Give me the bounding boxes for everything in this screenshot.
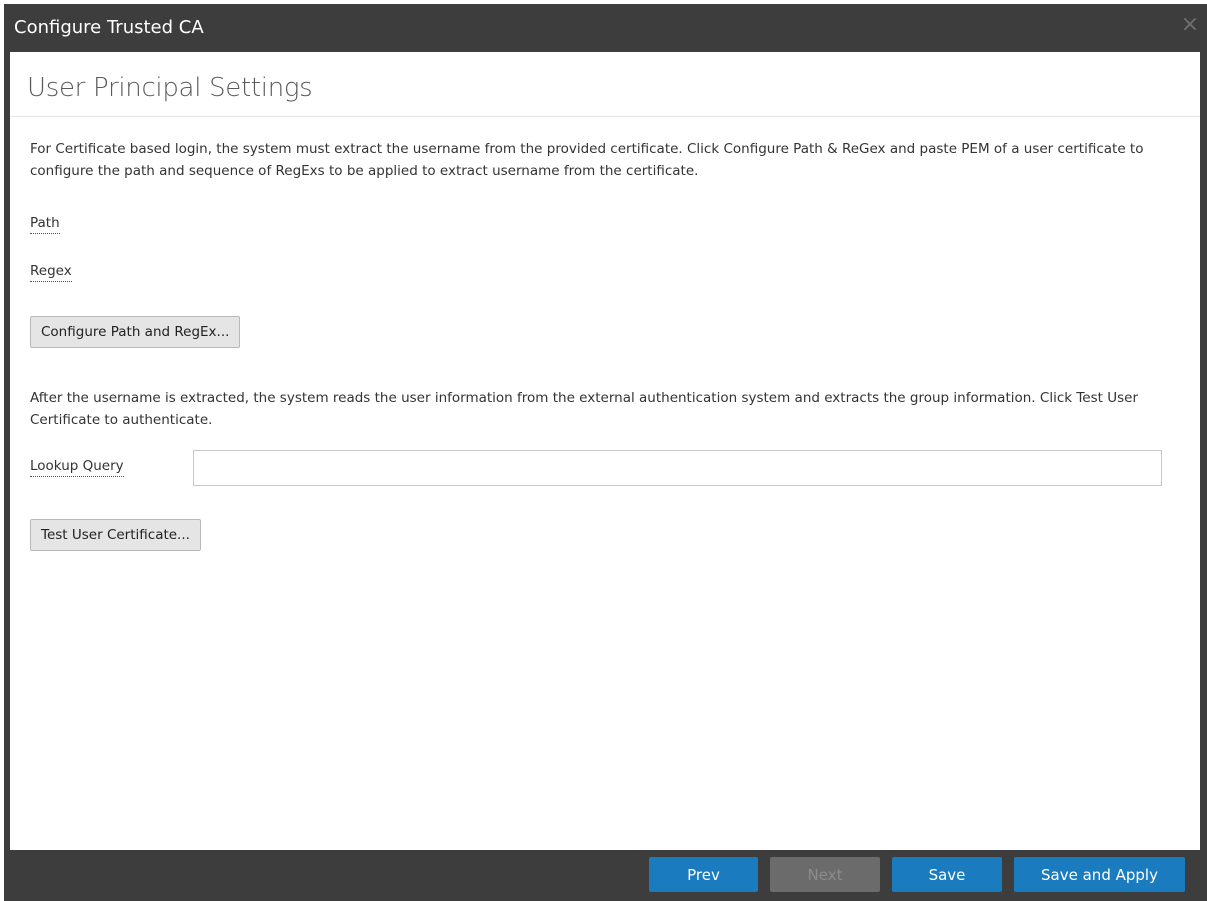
- lookup-query-input[interactable]: [193, 450, 1162, 486]
- configure-trusted-ca-dialog: Configure Trusted CA × User Principal Se…: [4, 4, 1207, 901]
- dialog-title: Configure Trusted CA: [14, 17, 204, 38]
- dialog-content: User Principal Settings For Certificate …: [10, 52, 1200, 850]
- save-and-apply-button[interactable]: Save and Apply: [1014, 857, 1185, 892]
- path-label: Path: [30, 215, 60, 234]
- lookup-query-label: Lookup Query: [30, 458, 124, 477]
- title-divider: [10, 116, 1200, 117]
- save-button[interactable]: Save: [892, 857, 1002, 892]
- close-icon[interactable]: ×: [1179, 14, 1201, 36]
- group-lookup-description: After the username is extracted, the sys…: [30, 390, 1138, 428]
- next-button[interactable]: Next: [770, 857, 880, 892]
- regex-label: Regex: [30, 263, 72, 282]
- certificate-login-description: For Certificate based login, the system …: [30, 141, 1144, 179]
- configure-path-regex-button[interactable]: Configure Path and RegEx...: [30, 316, 241, 348]
- dialog-titlebar: Configure Trusted CA ×: [4, 4, 1207, 52]
- section-title: User Principal Settings: [27, 73, 313, 103]
- prev-button[interactable]: Prev: [649, 857, 758, 892]
- test-user-certificate-button[interactable]: Test User Certificate...: [30, 519, 201, 551]
